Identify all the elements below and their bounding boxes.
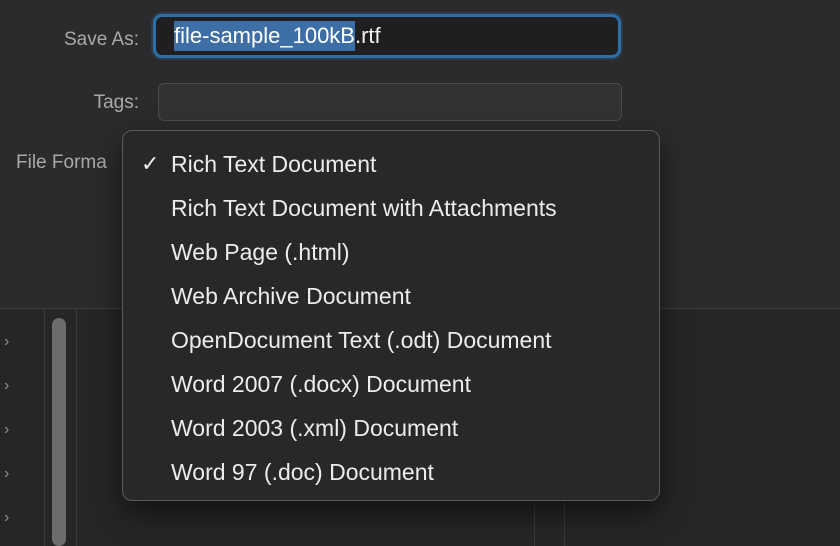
menu-item-label: Web Archive Document — [171, 283, 411, 309]
checkmark-icon: ✓ — [141, 151, 160, 176]
column-divider — [76, 309, 77, 546]
file-format-label: File Forma — [16, 152, 107, 173]
chevron-right-icon[interactable]: › — [4, 378, 18, 394]
menu-item-rich-text-document[interactable]: ✓ Rich Text Document — [123, 142, 659, 186]
menu-item-label: Word 97 (.doc) Document — [171, 459, 434, 485]
scrollbar-thumb[interactable] — [52, 318, 66, 546]
tags-input[interactable] — [158, 83, 622, 121]
chevron-right-icon[interactable]: › — [4, 334, 18, 350]
menu-item-label: OpenDocument Text (.odt) Document — [171, 327, 552, 353]
filename-extension: .rtf — [354, 23, 381, 48]
menu-item-web-archive[interactable]: Web Archive Document — [123, 274, 659, 318]
menu-item-word-2003[interactable]: Word 2003 (.xml) Document — [123, 406, 659, 450]
filename-input[interactable]: file-sample_100kB .rtf — [153, 14, 621, 58]
chevron-right-icon[interactable]: › — [4, 466, 18, 482]
menu-item-label: Rich Text Document with Attachments — [171, 195, 557, 221]
save-as-label: Save As: — [64, 29, 139, 50]
menu-item-label: Word 2007 (.docx) Document — [171, 371, 471, 397]
menu-item-opendocument-text[interactable]: OpenDocument Text (.odt) Document — [123, 318, 659, 362]
chevron-right-icon[interactable]: › — [4, 510, 18, 526]
menu-item-label: Word 2003 (.xml) Document — [171, 415, 459, 441]
menu-item-word-2007[interactable]: Word 2007 (.docx) Document — [123, 362, 659, 406]
tags-label: Tags: — [93, 92, 139, 113]
chevron-right-icon[interactable]: › — [4, 422, 18, 438]
menu-item-label: Rich Text Document — [171, 151, 377, 177]
sidebar-separator — [44, 309, 45, 546]
menu-item-rich-text-with-attachments[interactable]: Rich Text Document with Attachments — [123, 186, 659, 230]
menu-item-word-97[interactable]: Word 97 (.doc) Document — [123, 450, 659, 494]
filename-selected-text: file-sample_100kB — [174, 21, 355, 51]
file-format-dropdown-menu: ✓ Rich Text Document Rich Text Document … — [122, 130, 660, 501]
menu-item-web-page[interactable]: Web Page (.html) — [123, 230, 659, 274]
menu-item-label: Web Page (.html) — [171, 239, 350, 265]
